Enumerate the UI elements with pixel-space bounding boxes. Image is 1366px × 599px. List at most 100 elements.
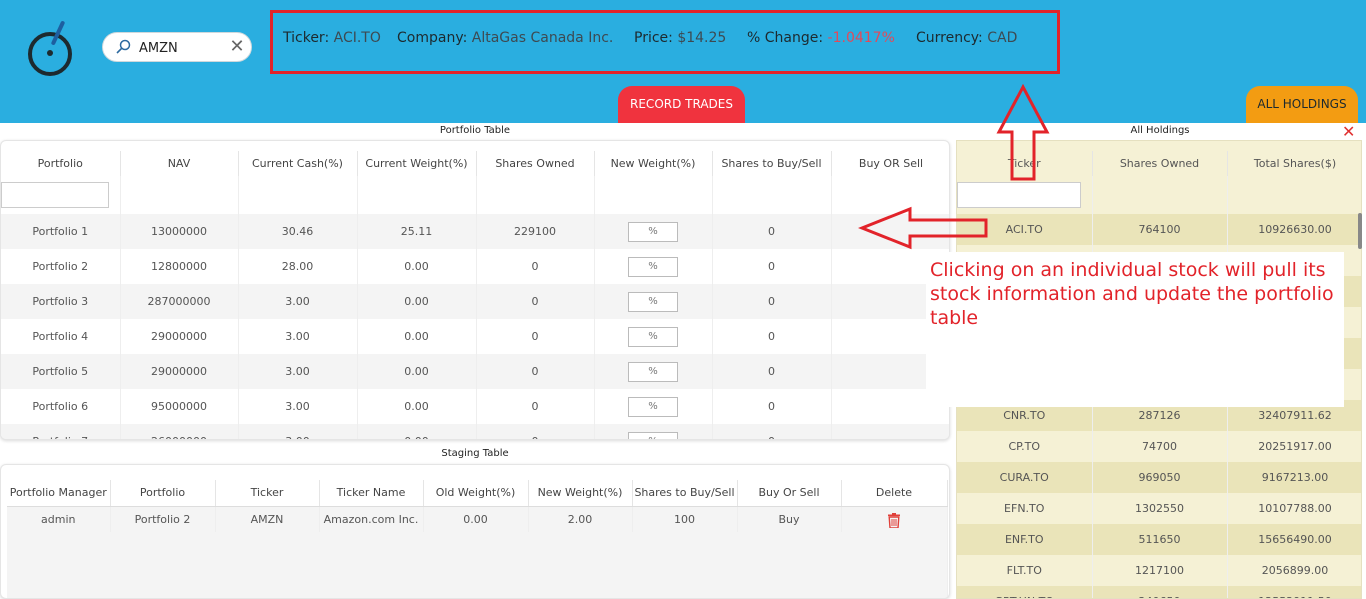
cell: Portfolio 2 <box>1 249 121 284</box>
column-header[interactable]: Delete <box>841 480 948 507</box>
cell: 0 <box>476 389 595 424</box>
cell: 764100 <box>1092 214 1228 245</box>
column-header[interactable]: Ticker Name <box>319 480 424 507</box>
arrow-left-icon <box>858 206 988 250</box>
column-header[interactable]: Shares to Buy/Sell <box>712 151 832 176</box>
currency-info: Currency: CAD <box>916 30 1018 46</box>
column-header[interactable]: NAV <box>120 151 239 176</box>
close-icon[interactable]: ✕ <box>1342 124 1355 140</box>
portfolio-filter-input[interactable] <box>1 182 109 208</box>
cell: % <box>594 389 713 424</box>
cell: 3.00 <box>238 284 358 319</box>
cell: 1302550 <box>1092 493 1228 524</box>
cell: 10926630.00 <box>1227 214 1361 245</box>
holding-row[interactable]: EFN.TO 1302550 10107788.00 <box>957 493 1361 524</box>
column-header[interactable]: Current Cash(%) <box>238 151 358 176</box>
cell: 969050 <box>1092 462 1228 493</box>
holding-row[interactable]: CURA.TO 969050 9167213.00 <box>957 462 1361 493</box>
staging-table-title: Staging Table <box>441 448 509 459</box>
cell: 0 <box>476 354 595 389</box>
new-weight-input[interactable]: % <box>628 361 678 382</box>
cell: Portfolio 3 <box>1 284 121 319</box>
scrollbar-thumb[interactable] <box>1358 213 1362 249</box>
cell: 3.00 <box>238 319 358 354</box>
column-header[interactable]: Ticker <box>215 480 320 507</box>
table-row[interactable]: Portfolio 3 287000000 3.00 0.00 0 % 0 <box>1 284 949 319</box>
column-header[interactable]: Buy OR Sell <box>831 151 949 176</box>
column-header[interactable]: New Weight(%) <box>528 480 633 507</box>
cell: admin <box>7 506 111 532</box>
cell: FLT.TO <box>957 555 1093 586</box>
column-header[interactable]: Portfolio Manager <box>7 480 111 507</box>
cell: 29000000 <box>120 354 239 389</box>
cell: 0.00 <box>423 506 529 532</box>
table-row[interactable]: Portfolio 7 26000000 3.00 0.00 0 % 0 <box>1 424 949 439</box>
table-row[interactable]: Portfolio 5 29000000 3.00 0.00 0 % 0 <box>1 354 949 389</box>
new-weight-input[interactable]: % <box>628 291 678 312</box>
cell <box>831 424 949 439</box>
cell: 0.00 <box>357 354 477 389</box>
portfolio-table: Portfolio NAV Current Cash(%) Current We… <box>1 151 949 439</box>
cell: 13000000 <box>120 214 239 249</box>
holding-row[interactable]: ENF.TO 511650 15656490.00 <box>957 524 1361 555</box>
cell: 30.46 <box>238 214 358 249</box>
holding-row[interactable]: GRT.UN.TO24065012552911.50 <box>957 586 1361 598</box>
holding-row[interactable]: ACI.TO 764100 10926630.00 <box>957 214 1361 245</box>
column-header[interactable]: Shares Owned <box>1092 151 1228 176</box>
table-row[interactable]: Portfolio 2 12800000 28.00 0.00 0 % 0 <box>1 249 949 284</box>
column-header[interactable]: Shares Owned <box>476 151 595 176</box>
company-info: Company: AltaGas Canada Inc. <box>397 30 614 46</box>
column-header[interactable]: Buy Or Sell <box>737 480 842 507</box>
new-weight-input[interactable]: % <box>628 431 678 439</box>
cell: AMZN <box>215 506 320 532</box>
column-header[interactable]: Portfolio <box>1 151 121 176</box>
column-header[interactable]: Current Weight(%) <box>357 151 477 176</box>
cell: 2.00 <box>528 506 633 532</box>
cell: % <box>594 319 713 354</box>
cell: 0 <box>712 284 832 319</box>
new-weight-input[interactable]: % <box>628 396 678 417</box>
cell: GRT.UN.TO <box>957 586 1093 598</box>
column-header[interactable]: New Weight(%) <box>594 151 713 176</box>
search-box[interactable]: ✕ <box>102 32 252 62</box>
all-holdings-button[interactable]: ALL HOLDINGS <box>1246 86 1358 123</box>
column-header[interactable]: Total Shares($) <box>1227 151 1361 176</box>
table-row[interactable]: Portfolio 4 29000000 3.00 0.00 0 % 0 <box>1 319 949 354</box>
search-input[interactable] <box>139 38 221 58</box>
cell: 0 <box>476 424 595 439</box>
cell: 12800000 <box>120 249 239 284</box>
cell: 229100 <box>476 214 595 249</box>
cell: 0 <box>712 354 832 389</box>
cell: Portfolio 1 <box>1 214 121 249</box>
cell: 100 <box>632 506 738 532</box>
portfolio-table-panel: Portfolio NAV Current Cash(%) Current We… <box>0 140 950 440</box>
cell: 240650 <box>1092 586 1228 598</box>
new-weight-input[interactable]: % <box>628 256 678 277</box>
holdings-title: All Holdings <box>1130 125 1190 136</box>
cell: 3.00 <box>238 354 358 389</box>
trash-icon[interactable] <box>888 513 900 529</box>
annotation-box: Clicking on an individual stock will pul… <box>926 252 1344 407</box>
column-header[interactable]: Portfolio <box>110 480 216 507</box>
table-row[interactable]: Portfolio 6 95000000 3.00 0.00 0 % 0 <box>1 389 949 424</box>
filter-row <box>1 176 949 214</box>
holding-row[interactable]: CP.TO 74700 20251917.00 <box>957 431 1361 462</box>
new-weight-input[interactable]: % <box>628 221 678 242</box>
record-trades-button[interactable]: RECORD TRADES <box>618 86 745 123</box>
column-header[interactable]: Shares to Buy/Sell <box>632 480 738 507</box>
new-weight-input[interactable]: % <box>628 326 678 347</box>
clear-search-icon[interactable]: ✕ <box>227 38 247 58</box>
cell: 28.00 <box>238 249 358 284</box>
table-row[interactable]: Portfolio 1 13000000 30.46 25.11 229100 … <box>1 214 949 249</box>
cell: % <box>594 214 713 249</box>
column-header[interactable]: Old Weight(%) <box>423 480 529 507</box>
table-row[interactable]: admin Portfolio 2 AMZN Amazon.com Inc. 0… <box>7 506 948 532</box>
cell: % <box>594 424 713 439</box>
cell: Buy <box>737 506 842 532</box>
ticker-filter-input[interactable] <box>957 182 1081 208</box>
cell: 511650 <box>1092 524 1228 555</box>
holding-row[interactable]: FLT.TO 1217100 2056899.00 <box>957 555 1361 586</box>
cell: 0.00 <box>357 319 477 354</box>
cell: 0.00 <box>357 424 477 439</box>
cell: 3.00 <box>238 424 358 439</box>
